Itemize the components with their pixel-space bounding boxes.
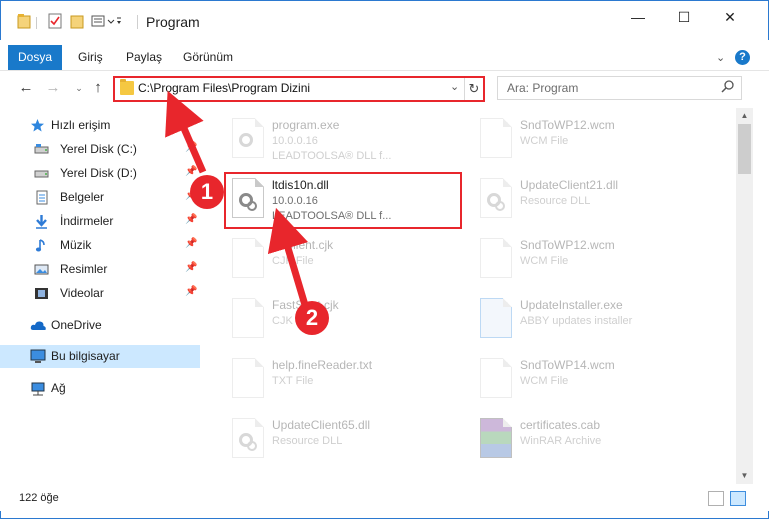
item-count: 122 öğe: [19, 492, 59, 504]
arrow-2: [267, 207, 309, 307]
step-badge-1: 1: [190, 175, 224, 209]
status-bar: 122 öğe: [0, 486, 769, 511]
scroll-down-icon[interactable]: ▼: [736, 468, 753, 484]
details-view-icon[interactable]: [708, 491, 724, 506]
arrow-1: [165, 90, 207, 174]
scroll-up-icon[interactable]: ▲: [736, 108, 753, 124]
annotation-arrows: [165, 90, 309, 307]
scroll-thumb[interactable]: [738, 124, 751, 174]
vertical-scrollbar[interactable]: ▲ ▼: [736, 108, 753, 484]
large-icons-view-icon[interactable]: [730, 491, 746, 506]
step-badge-2: 2: [295, 301, 329, 335]
